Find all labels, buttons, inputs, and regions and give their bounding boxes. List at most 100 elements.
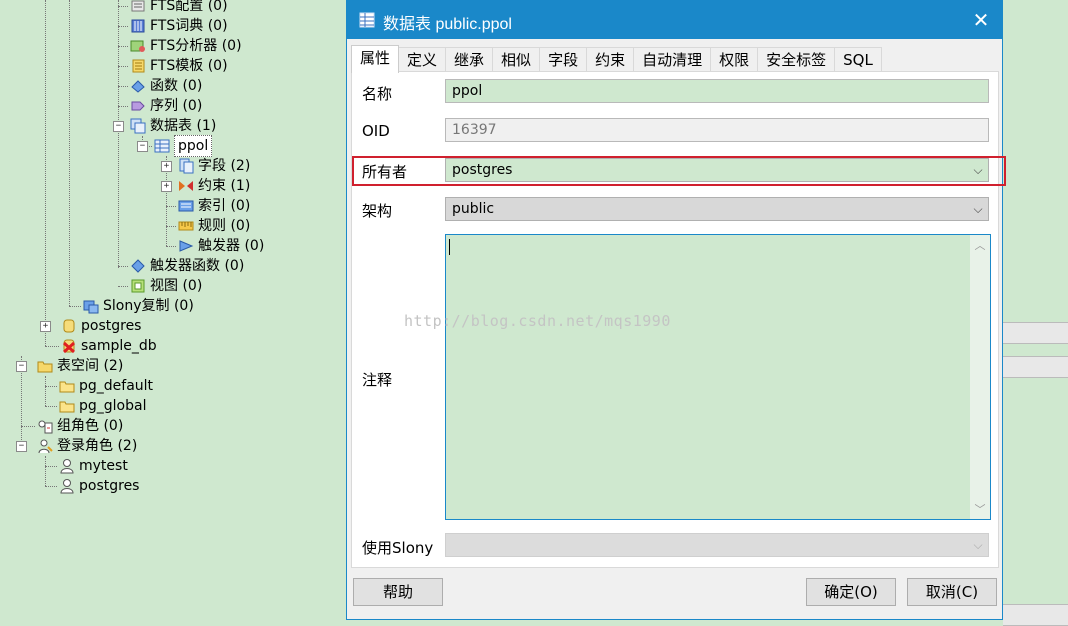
rules-icon [178, 221, 194, 231]
expand-toggle[interactable]: + [40, 321, 51, 332]
user-icon [60, 479, 74, 494]
tab-security-labels[interactable]: 安全标签 [757, 47, 836, 72]
table-properties-dialog: 数据表 public.ppol ✕ 属性 定义 继承 相似 字段 约束 自动清理… [346, 0, 1006, 620]
fts-config-icon [131, 0, 145, 12]
collapse-toggle[interactable]: − [16, 361, 27, 372]
user-icon [60, 459, 74, 474]
tab-properties[interactable]: 属性 [351, 45, 400, 73]
tree-node-fts-dictionary[interactable]: FTS词典 (0) [130, 16, 228, 36]
expand-toggle[interactable]: + [161, 181, 172, 192]
chevron-down-icon[interactable]: ﹀ [970, 501, 990, 517]
tab-inherits[interactable]: 继承 [445, 47, 494, 72]
close-icon: ✕ [972, 8, 990, 32]
tree-node-user-mytest[interactable]: mytest [59, 456, 128, 476]
table-icon [359, 12, 375, 28]
indexes-icon [178, 200, 194, 212]
tab-constraints[interactable]: 约束 [586, 47, 635, 72]
comment-textarea[interactable]: ︿ ﹀ [445, 234, 991, 520]
views-icon [131, 279, 145, 293]
tree-node-tables[interactable]: 数据表 (1) [130, 116, 216, 136]
vertical-scrollbar[interactable]: ︿ ﹀ [970, 235, 990, 519]
tree-node-trigger-functions[interactable]: 触发器函数 (0) [130, 256, 244, 276]
tab-bar: 属性 定义 继承 相似 字段 约束 自动清理 权限 安全标签 SQL [351, 45, 882, 73]
tree-node-group-roles[interactable]: 组角色 (0) [37, 416, 123, 436]
tab-autovacuum[interactable]: 自动清理 [633, 47, 712, 72]
tree-node-tablespaces[interactable]: 表空间 (2) [37, 356, 123, 376]
help-button[interactable]: 帮助 [353, 578, 443, 606]
sequence-icon [131, 101, 145, 111]
collapse-toggle[interactable]: − [137, 141, 148, 152]
tree-node-triggers[interactable]: 触发器 (0) [178, 236, 264, 256]
constraints-icon [179, 181, 193, 191]
watermark-text: http://blog.csdn.net/mqs1990 [404, 312, 671, 330]
background-window-edge [1003, 0, 1068, 626]
fts-template-icon [132, 59, 145, 73]
chevron-down-icon: ⌵ [973, 538, 983, 552]
chevron-up-icon[interactable]: ︿ [970, 237, 990, 253]
tree-node-database-sample-db[interactable]: sample_db [61, 336, 157, 356]
cancel-button[interactable]: 取消(C) [907, 578, 997, 606]
schema-value: public [452, 201, 495, 217]
tablespace-icon [59, 381, 75, 393]
database-disconnected-icon [62, 339, 76, 354]
tree-node-database-postgres[interactable]: postgres [61, 316, 141, 336]
table-icon [154, 139, 170, 153]
background-row [1003, 322, 1068, 344]
object-browser-tree: − − + + + − − FTS配置 (0) FTS词典 (0) FTS分析器… [0, 0, 346, 620]
fts-dictionary-icon [131, 19, 145, 33]
collapse-toggle[interactable]: − [113, 121, 124, 132]
name-field[interactable]: ppol [445, 79, 989, 103]
dialog-title-bar[interactable]: 数据表 public.ppol ✕ [347, 1, 1002, 39]
tab-sql[interactable]: SQL [834, 47, 882, 72]
tree-node-rules[interactable]: 规则 (0) [178, 216, 250, 236]
tablespace-icon [59, 401, 75, 413]
columns-icon [179, 158, 194, 174]
group-roles-icon [38, 420, 53, 434]
background-row [1003, 356, 1068, 378]
database-icon [63, 319, 75, 333]
tab-columns[interactable]: 字段 [539, 47, 588, 72]
tablespaces-icon [37, 361, 53, 373]
tree-node-slony[interactable]: Slony复制 (0) [83, 296, 194, 316]
tree-node-table-ppol[interactable]: ppol [154, 135, 213, 157]
tree-node-columns[interactable]: 字段 (2) [178, 156, 250, 176]
tree-node-login-roles[interactable]: 登录角色 (2) [37, 436, 137, 456]
tree-node-indexes[interactable]: 索引 (0) [178, 196, 250, 216]
oid-field: 16397 [445, 118, 989, 142]
schema-select[interactable]: public ⌵ [445, 197, 989, 221]
tree-node-functions[interactable]: 函数 (0) [130, 76, 202, 96]
slony-select: ⌵ [445, 533, 989, 557]
triggers-icon [179, 240, 194, 252]
owner-highlight-box [352, 156, 1006, 186]
tree-node-sequences[interactable]: 序列 (0) [130, 96, 202, 116]
schema-label: 架构 [362, 202, 393, 220]
background-row [1003, 604, 1068, 626]
function-icon [131, 80, 145, 93]
tree-node-user-postgres[interactable]: postgres [59, 476, 139, 496]
collapse-toggle[interactable]: − [16, 441, 27, 452]
tree-node-fts-config[interactable]: FTS配置 (0) [130, 0, 228, 16]
trigger-functions-icon [131, 259, 145, 273]
slony-icon [83, 300, 99, 314]
tables-icon [130, 118, 146, 134]
slony-label: 使用Slony [362, 539, 434, 557]
oid-label: OID [362, 122, 390, 140]
tree-node-views[interactable]: 视图 (0) [130, 276, 202, 296]
name-label: 名称 [362, 85, 393, 103]
fts-parser-icon [130, 40, 145, 52]
tab-privileges[interactable]: 权限 [710, 47, 759, 72]
text-caret [449, 239, 450, 255]
close-button[interactable]: ✕ [966, 5, 996, 35]
tab-like[interactable]: 相似 [492, 47, 541, 72]
tree-node-fts-parser[interactable]: FTS分析器 (0) [130, 36, 242, 56]
tab-definition[interactable]: 定义 [398, 47, 447, 72]
comment-label: 注释 [362, 371, 393, 389]
tree-node-constraints[interactable]: 约束 (1) [178, 176, 250, 196]
dialog-title: 数据表 public.ppol [383, 16, 512, 33]
tree-node-tablespace-pg-default[interactable]: pg_default [59, 376, 153, 396]
expand-toggle[interactable]: + [161, 161, 172, 172]
ok-button[interactable]: 确定(O) [806, 578, 896, 606]
chevron-down-icon: ⌵ [973, 202, 983, 216]
tree-node-tablespace-pg-global[interactable]: pg_global [59, 396, 146, 416]
tree-node-fts-template[interactable]: FTS模板 (0) [130, 56, 228, 76]
